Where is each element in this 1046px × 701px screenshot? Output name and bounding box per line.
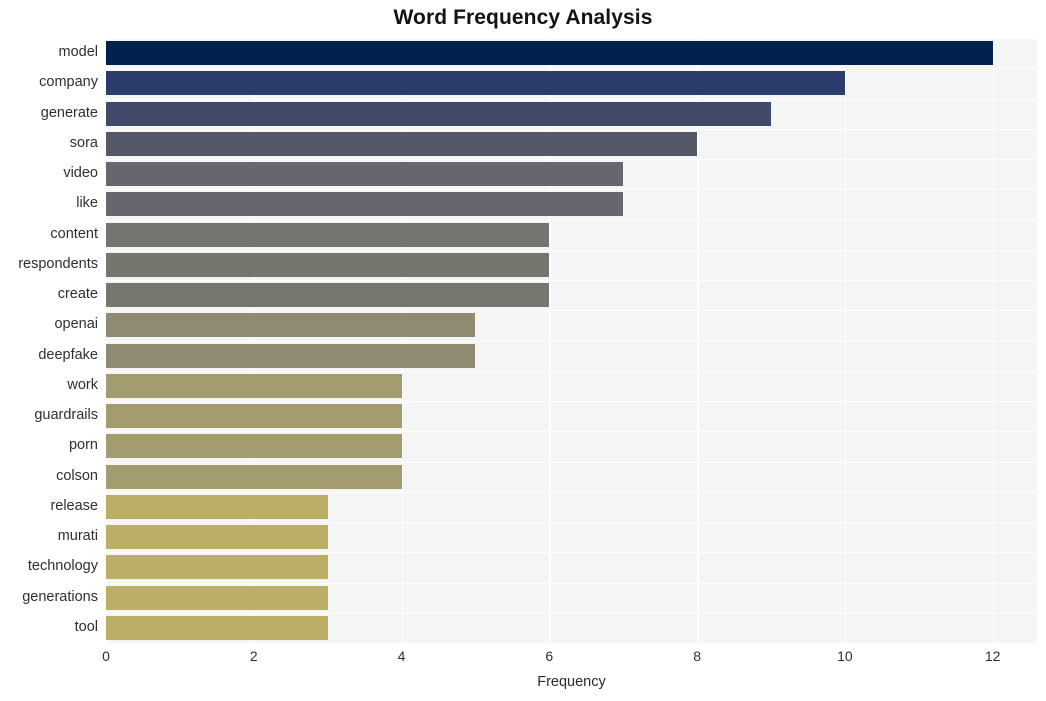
y-gridline [106, 582, 1037, 584]
bar [106, 434, 402, 459]
y-axis-tick-label: video [63, 165, 98, 182]
bar-row [106, 555, 1037, 580]
bar [106, 464, 402, 489]
bar [106, 222, 550, 247]
bar [106, 494, 328, 519]
bar [106, 162, 624, 187]
y-gridline [106, 189, 1037, 191]
x-axis-tick-label: 6 [545, 648, 554, 664]
y-gridline [106, 249, 1037, 251]
y-axis-tick-label: like [76, 195, 98, 212]
bar-row [106, 343, 1037, 368]
bar [106, 131, 698, 156]
y-axis-tick-label: company [39, 74, 98, 91]
x-axis-tick-label: 8 [693, 648, 702, 664]
y-axis-tick-label: release [50, 497, 98, 514]
y-axis-tick-label: sora [69, 134, 98, 151]
bar [106, 41, 993, 66]
y-axis-tick-label: technology [27, 558, 98, 575]
bar-row [106, 162, 1037, 187]
y-axis-tick-label: deepfake [38, 346, 98, 363]
bar-row [106, 283, 1037, 308]
bar-row [106, 494, 1037, 519]
bar [106, 71, 845, 96]
bar [106, 343, 476, 368]
x-axis-tick-label: 12 [984, 648, 1001, 664]
y-gridline [106, 522, 1037, 524]
bar-row [106, 41, 1037, 66]
plot-area [106, 38, 1037, 645]
bar [106, 525, 328, 550]
y-axis-tick-label: generations [22, 588, 98, 605]
y-gridline [106, 310, 1037, 312]
bar [106, 615, 328, 640]
bar-row [106, 252, 1037, 277]
y-gridline [106, 431, 1037, 433]
y-axis-tick-label: create [57, 286, 98, 303]
y-gridline [106, 128, 1037, 130]
bar-row [106, 464, 1037, 489]
x-axis-tick-label: 0 [102, 648, 110, 664]
y-axis-tick-label: model [58, 44, 99, 61]
y-axis-tick-label: content [50, 225, 98, 242]
y-gridline [106, 159, 1037, 161]
y-gridline [106, 219, 1037, 221]
bar-row [106, 434, 1037, 459]
y-gridline [106, 643, 1037, 645]
y-axis-tick-label: guardrails [34, 407, 98, 424]
bar [106, 585, 328, 610]
x-axis-tick-label: 10 [837, 648, 853, 664]
y-axis-tick-label: generate [40, 104, 98, 121]
bar-row [106, 313, 1037, 338]
chart-title: Word Frequency Analysis [393, 6, 653, 29]
y-gridline [106, 552, 1037, 554]
bar [106, 404, 402, 429]
bar [106, 373, 402, 398]
y-axis-tick-label: colson [56, 467, 98, 484]
bar [106, 192, 624, 217]
y-axis-tick-label: murati [57, 528, 98, 545]
y-gridline [106, 98, 1037, 100]
bar-row [106, 525, 1037, 550]
y-gridline [106, 68, 1037, 70]
bar-row [106, 101, 1037, 126]
bar-row [106, 192, 1037, 217]
y-axis-tick-label: respondents [18, 255, 98, 272]
y-gridline [106, 612, 1037, 614]
y-gridline [106, 491, 1037, 493]
x-axis-tick-labels: 0 2 4 6 8 10 12 [0, 648, 1046, 670]
y-gridline [106, 280, 1037, 282]
bar-row [106, 615, 1037, 640]
y-axis-tick-labels: model company generate sora video like content… [0, 38, 98, 643]
y-gridline [106, 401, 1037, 403]
y-gridline [106, 370, 1037, 372]
bar-row [106, 71, 1037, 96]
y-axis-tick-label: work [67, 376, 98, 393]
x-axis-tick-label: 2 [249, 648, 258, 664]
bar-row [106, 373, 1037, 398]
y-axis-tick-label: tool [74, 618, 98, 635]
bar-row [106, 585, 1037, 610]
y-gridline [106, 340, 1037, 342]
y-axis-tick-label: porn [68, 437, 98, 454]
x-axis-tick-label: 4 [397, 648, 406, 664]
bar [106, 555, 328, 580]
bar-row [106, 404, 1037, 429]
x-axis-label: Frequency [537, 674, 606, 690]
bar [106, 252, 550, 277]
y-gridline [106, 38, 1037, 40]
bar-row [106, 222, 1037, 247]
chart-figure: Word Frequency Analysis model company gene… [0, 0, 1046, 701]
bar [106, 283, 550, 308]
y-axis-tick-label: openai [54, 316, 98, 333]
bar [106, 101, 771, 126]
y-gridline [106, 461, 1037, 463]
bar [106, 313, 476, 338]
bar-row [106, 131, 1037, 156]
